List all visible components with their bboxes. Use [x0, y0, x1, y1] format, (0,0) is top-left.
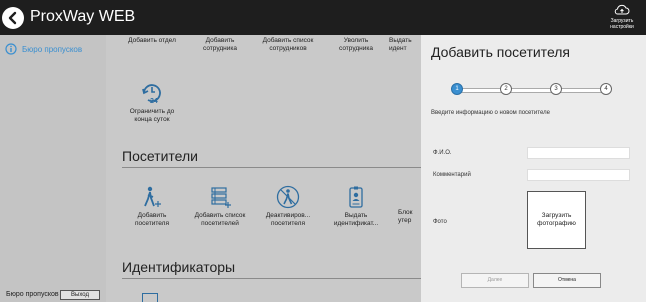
upload-photo-label: Загрузить фотографию	[537, 212, 576, 227]
back-button[interactable]	[2, 7, 24, 29]
dialog-intro: Введите информацию о новом посетителе	[431, 110, 550, 116]
cancel-button[interactable]: Отмена	[533, 273, 601, 288]
add-employee-tile[interactable]: Добавить сотрудника	[190, 37, 250, 53]
clock-24-icon: 24	[142, 84, 161, 105]
main-content: Добавить отдел Добавить сотрудника Добав…	[106, 35, 421, 302]
identifiers-section-title: Идентификаторы	[122, 259, 236, 275]
person-blocked-icon	[276, 185, 300, 209]
wizard-stepper: 1 2 3 4	[451, 83, 612, 97]
dismiss-employee-tile[interactable]: Уволить сотрудника	[326, 37, 386, 53]
tile-label: Добавить посетителя	[134, 212, 169, 227]
upload-photo-button[interactable]: Загрузить фотографию	[527, 191, 586, 249]
name-field[interactable]	[527, 147, 630, 159]
deactivate-visitor-tile[interactable]: Деактивиров... посетителя	[258, 185, 318, 228]
add-list-icon	[211, 187, 231, 208]
issue-visitor-id-tile[interactable]: Выдать идентификат...	[326, 185, 386, 228]
step-4[interactable]: 4	[600, 83, 612, 95]
name-label: Ф.И.О.	[433, 150, 452, 156]
next-button[interactable]: Далее	[461, 273, 529, 288]
stepper-track	[456, 88, 606, 93]
upload-settings-button[interactable]: Загрузить настройки	[602, 3, 642, 30]
dialog-title: Добавить посетителя	[431, 44, 571, 60]
tile-label: Ограничить до конца суток	[129, 108, 175, 123]
add-visitor-tile[interactable]: Добавить посетителя	[122, 185, 182, 228]
upload-settings-label: Загрузить настройки	[610, 18, 634, 30]
app-title: ProxWay WEB	[30, 8, 136, 25]
section-divider	[122, 167, 421, 168]
tile-label: Добавить список сотрудников	[262, 37, 314, 52]
tile-label: Выдать идент	[389, 37, 412, 52]
step-3[interactable]: 3	[550, 83, 562, 95]
tile-label: Деактивиров... посетителя	[265, 212, 311, 227]
section-divider	[122, 278, 421, 279]
add-person-icon	[144, 186, 161, 207]
top-bar: ProxWay WEB Загрузить настройки	[0, 0, 646, 35]
tile-label: Добавить список посетителей	[194, 212, 246, 227]
sidebar-item-label: Бюро пропусков	[22, 44, 83, 54]
add-employee-list-tile[interactable]: Добавить список сотрудников	[258, 37, 318, 53]
step-1[interactable]: 1	[451, 83, 463, 95]
step-2[interactable]: 2	[500, 83, 512, 95]
info-icon	[5, 43, 17, 55]
identifier-icon	[142, 293, 158, 302]
tile-label: Добавить сотрудника	[203, 37, 237, 52]
add-department-tile[interactable]: Добавить отдел	[122, 37, 182, 45]
issue-identifier-tile[interactable]: Выдать идент	[389, 37, 419, 53]
current-user-label: Бюро пропусков	[6, 291, 59, 298]
add-visitor-list-tile[interactable]: Добавить список посетителей	[190, 185, 250, 228]
cloud-upload-icon	[614, 4, 630, 15]
add-visitor-dialog: Добавить посетителя 1 2 3 4 Введите инфо…	[421, 35, 646, 302]
block-lost-tile[interactable]: Блок утер	[398, 209, 420, 225]
tile-label: Уволить сотрудника	[339, 37, 373, 52]
clock-24-text: 24	[150, 98, 158, 105]
visitors-section-title: Посетители	[122, 148, 198, 164]
tile-label: Блок утер	[398, 209, 413, 224]
comment-label: Комментарий	[433, 172, 471, 178]
id-badge-icon	[349, 186, 363, 208]
comment-field[interactable]	[527, 169, 630, 181]
sidebar: Бюро пропусков	[0, 35, 106, 302]
limit-end-of-day-tile[interactable]: 24 Ограничить до конца суток	[122, 81, 182, 124]
sidebar-item-pass-bureau[interactable]: Бюро пропусков	[5, 43, 82, 55]
exit-button[interactable]: Выход	[60, 290, 100, 300]
tile-label: Выдать идентификат...	[333, 212, 379, 227]
arrow-left-icon	[8, 11, 17, 25]
tile-label: Добавить отдел	[128, 37, 176, 44]
photo-label: Фото	[433, 219, 447, 225]
bottom-bar: Бюро пропусков Выход	[0, 287, 106, 302]
